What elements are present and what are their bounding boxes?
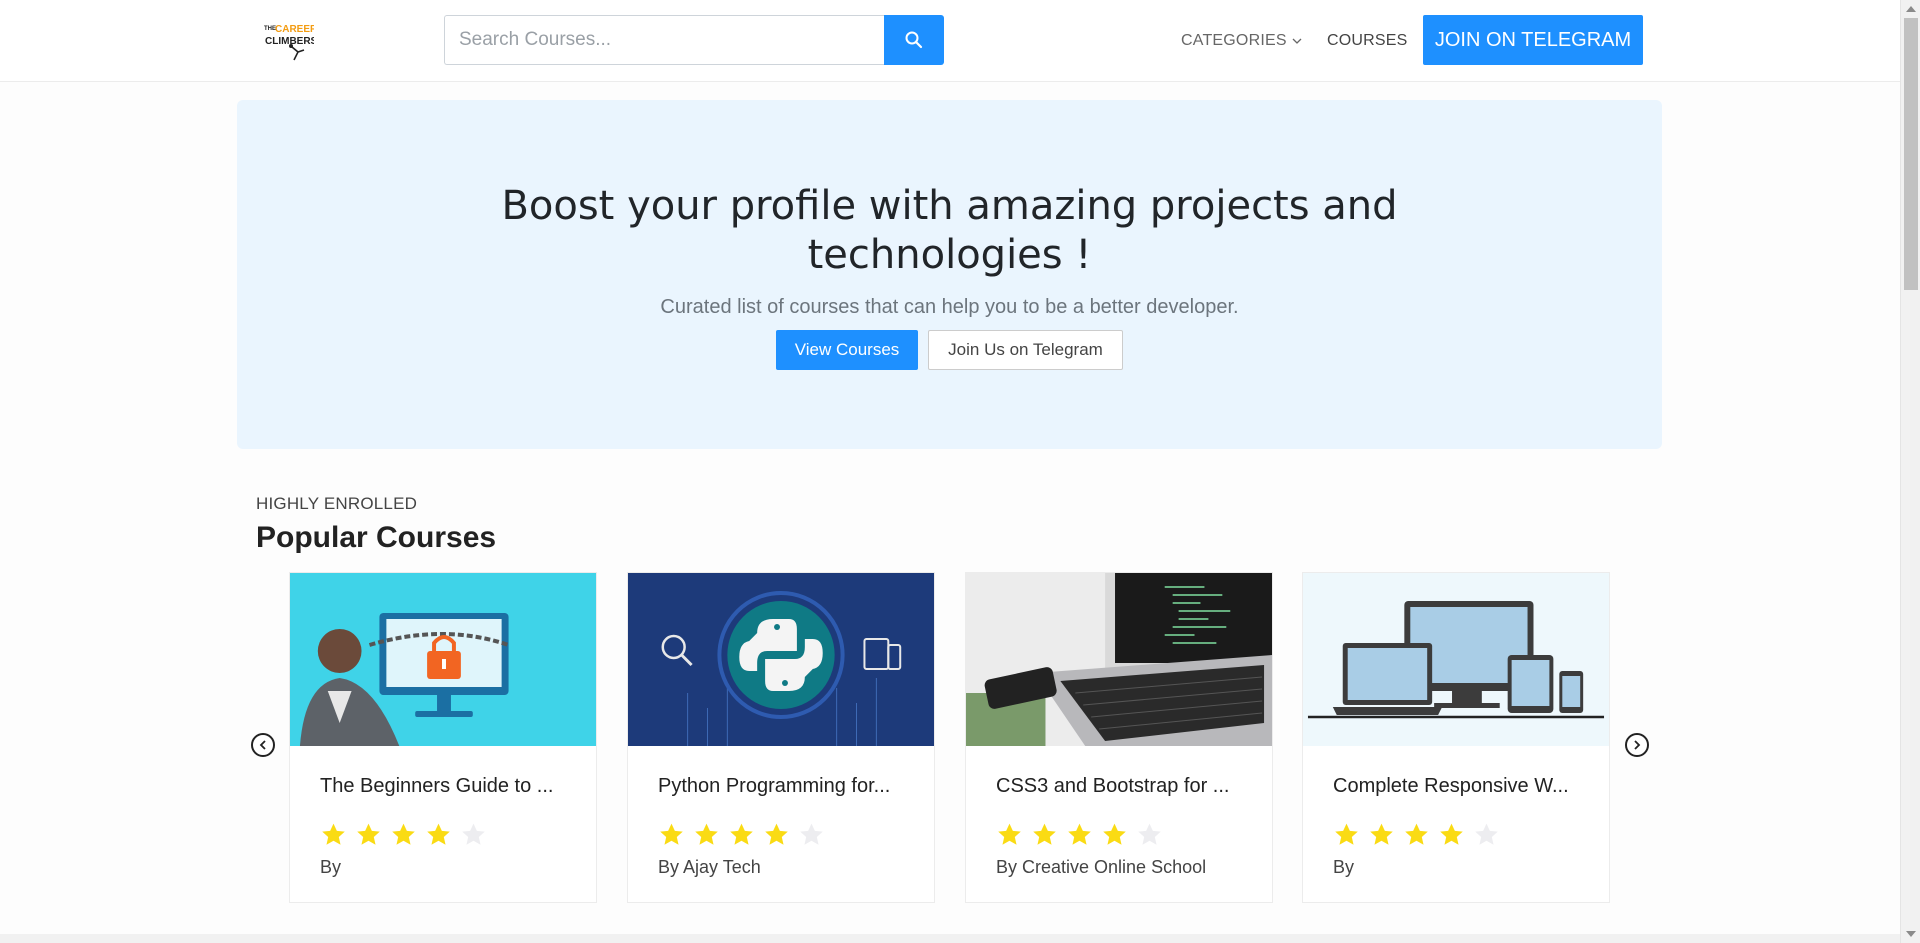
course-card[interactable]: Complete Responsive W... By	[1302, 572, 1610, 903]
search-button[interactable]	[884, 15, 944, 65]
star-filled-icon	[660, 823, 683, 845]
course-rating	[320, 822, 487, 848]
nav-categories-dropdown[interactable]: CATEGORIES	[1181, 32, 1302, 50]
course-title[interactable]: The Beginners Guide to ...	[320, 775, 553, 798]
hero-title-line-1: Boost your profile with amazing projects…	[501, 183, 1398, 229]
star-filled-icon	[1440, 823, 1463, 845]
career-climbers-logo-icon: THE CAREER CLIMBERS	[264, 24, 318, 61]
search-field[interactable]	[444, 15, 884, 65]
page-scrollbar[interactable]	[1900, 0, 1920, 943]
star-filled-icon	[1335, 823, 1358, 845]
laptop-code-icon	[966, 573, 1272, 746]
course-title[interactable]: CSS3 and Bootstrap for ...	[996, 775, 1229, 798]
nav-categories-label: CATEGORIES	[1181, 32, 1287, 49]
scroll-down-arrow-icon[interactable]	[1906, 931, 1916, 937]
star-empty-icon	[1475, 823, 1498, 845]
course-author: By	[320, 857, 342, 877]
star-filled-icon	[1405, 823, 1428, 845]
star-filled-icon	[1033, 823, 1056, 845]
chevron-down-icon	[1292, 38, 1302, 44]
page-bottom-edge	[0, 934, 1900, 943]
course-title[interactable]: Complete Responsive W...	[1333, 775, 1569, 798]
star-filled-icon	[427, 823, 450, 845]
section-title: Popular Courses	[256, 521, 497, 554]
star-filled-icon	[357, 823, 380, 845]
responsive-devices-icon	[1303, 573, 1609, 746]
course-card[interactable]: The Beginners Guide to ... By	[289, 572, 597, 903]
course-card[interactable]: Python Programming for... By Ajay Tech	[627, 572, 935, 903]
chevron-right-icon	[1634, 740, 1641, 750]
star-filled-icon	[1103, 823, 1126, 845]
star-filled-icon	[322, 823, 345, 845]
course-thumbnail	[1303, 573, 1609, 746]
join-telegram-button[interactable]: JOIN ON TELEGRAM	[1423, 15, 1643, 65]
scrollbar-thumb[interactable]	[1904, 18, 1918, 290]
view-courses-button[interactable]: View Courses	[776, 330, 918, 370]
course-author: By Ajay Tech	[658, 857, 761, 877]
course-thumbnail	[966, 573, 1272, 746]
star-filled-icon	[392, 823, 415, 845]
star-filled-icon	[695, 823, 718, 845]
python-logo-icon	[628, 573, 934, 746]
star-empty-icon	[462, 823, 485, 845]
hero-subtitle: Curated list of courses that can help yo…	[660, 296, 1239, 318]
svg-text:CAREER: CAREER	[275, 24, 314, 35]
search-input[interactable]	[445, 16, 884, 64]
course-title[interactable]: Python Programming for...	[658, 775, 890, 798]
carousel-prev-button[interactable]	[251, 733, 275, 757]
star-filled-icon	[730, 823, 753, 845]
course-rating	[658, 822, 825, 848]
search-icon	[905, 31, 923, 49]
hero-banner: Boost your profile with amazing projects…	[237, 100, 1662, 449]
nav-courses-link[interactable]: COURSES	[1327, 32, 1408, 50]
cyber-security-icon	[290, 573, 596, 746]
course-author: By	[1333, 857, 1355, 877]
site-logo[interactable]: THE CAREER CLIMBERS	[262, 20, 318, 64]
star-empty-icon	[1138, 823, 1161, 845]
star-filled-icon	[1068, 823, 1091, 845]
section-eyebrow: HIGHLY ENROLLED	[256, 494, 418, 513]
join-us-telegram-button[interactable]: Join Us on Telegram	[928, 330, 1123, 370]
course-rating	[1333, 822, 1500, 848]
hero-title: Boost your profile with amazing projects…	[237, 182, 1662, 280]
star-empty-icon	[800, 823, 823, 845]
hero-title-line-2: technologies !	[807, 232, 1092, 278]
course-thumbnail	[290, 573, 596, 746]
star-filled-icon	[1370, 823, 1393, 845]
scroll-up-arrow-icon[interactable]	[1906, 6, 1916, 12]
carousel-next-button[interactable]	[1625, 733, 1649, 757]
course-card[interactable]: CSS3 and Bootstrap for ... By Creative O…	[965, 572, 1273, 903]
star-filled-icon	[765, 823, 788, 845]
course-author: By Creative Online School	[996, 857, 1207, 877]
course-thumbnail	[628, 573, 934, 746]
star-filled-icon	[998, 823, 1021, 845]
top-navbar: THE CAREER CLIMBERS CATEGORIES COURSES J…	[0, 0, 1900, 82]
chevron-left-icon	[259, 740, 266, 750]
course-rating	[996, 822, 1163, 848]
